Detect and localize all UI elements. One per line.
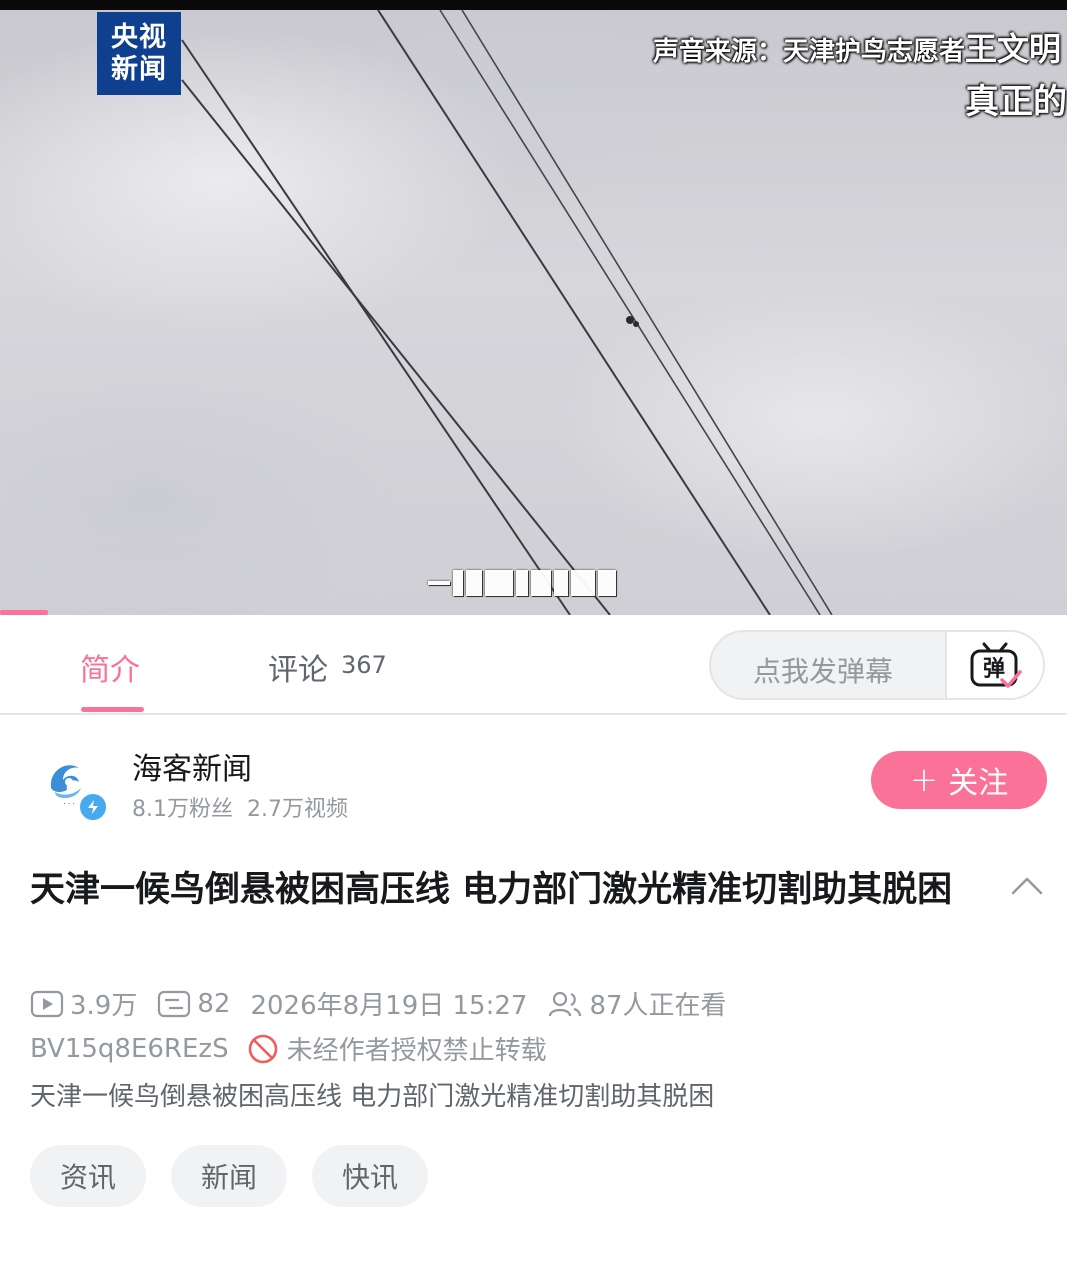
tag-chip[interactable]: 新闻 [171,1145,288,1207]
copyright-notice: 未经作者授权禁止转载 [286,1036,547,1066]
tag-list: 资讯 新闻 快讯 [30,1145,429,1207]
collapse-chevron-up-icon[interactable] [1010,873,1044,903]
tag-chip[interactable]: 资讯 [30,1145,147,1207]
source-caption-label: 声音来源：天津护鸟志愿者 [652,37,965,67]
danmaku-placeholder[interactable]: 点我发弹幕 [753,650,893,690]
source-caption-overlap: 王文明 [964,30,1061,68]
sound-source-caption: 声音来源：天津护鸟志愿者王文明 [653,24,1061,70]
video-caption-line: 真正的 [965,82,1067,122]
detail-tabs: 简介 评论 367 点我发弹幕 弹 [0,615,1067,715]
verified-badge-icon [78,792,108,822]
author-videos: 2.7万视频 [247,797,348,822]
tab-intro[interactable]: 简介 [80,645,140,689]
view-count: 3.9万 [70,991,138,1021]
follow-label: 关注 [948,766,1009,801]
danmaku-count-icon [157,989,191,1019]
video-id-row: BV15q8E6REzS 未经作者授权禁止转载 [30,1030,547,1067]
watching-now: 87人正在看 [589,991,727,1021]
svg-text:· · ·: · · · [63,800,74,808]
danmaku-input[interactable]: 点我发弹幕 弹 [709,630,1045,700]
logo-line-2: 新闻 [111,53,167,85]
logo-line-1: 央视 [111,21,167,53]
author-name[interactable]: 海客新闻 [132,744,252,788]
tag-chip[interactable]: 快讯 [312,1145,429,1207]
no-repost-icon [247,1033,279,1065]
comments-count[interactable]: 367 [341,651,387,679]
blurred-subtitle [428,566,650,600]
video-player[interactable]: 央视 新闻 声音来源：天津护鸟志愿者王文明 真正的 [0,0,1067,615]
author-followers: 8.1万粉丝 [132,797,233,822]
tab-active-indicator [81,707,144,712]
video-meta-row: 3.9万 82 2026年8月19日 15:27 87人正在看 [30,985,727,1022]
plus-icon: + [909,760,939,800]
danmaku-count: 82 [197,988,231,1019]
danmaku-tv-icon: 弹 [970,642,1022,688]
play-count-icon [30,989,64,1019]
author-stats: 8.1万粉丝 2.7万视频 [132,791,348,823]
video-description: 天津一候鸟倒悬被困高压线 电力部门激光精准切割助其脱困 [30,1082,715,1112]
publish-time: 2026年8月19日 15:27 [250,991,528,1021]
video-title: 天津一候鸟倒悬被困高压线 电力部门激光精准切割助其脱困 [30,870,953,910]
follow-button[interactable]: + 关注 [871,751,1047,809]
bvid[interactable]: BV15q8E6REzS [30,1034,229,1064]
danmaku-icon-char: 弹 [983,657,1005,682]
danmaku-toggle-button[interactable]: 弹 [945,632,1043,698]
tab-comments[interactable]: 评论 [268,645,328,689]
cctv-news-logo: 央视 新闻 [97,12,181,95]
viewers-icon [547,989,583,1019]
